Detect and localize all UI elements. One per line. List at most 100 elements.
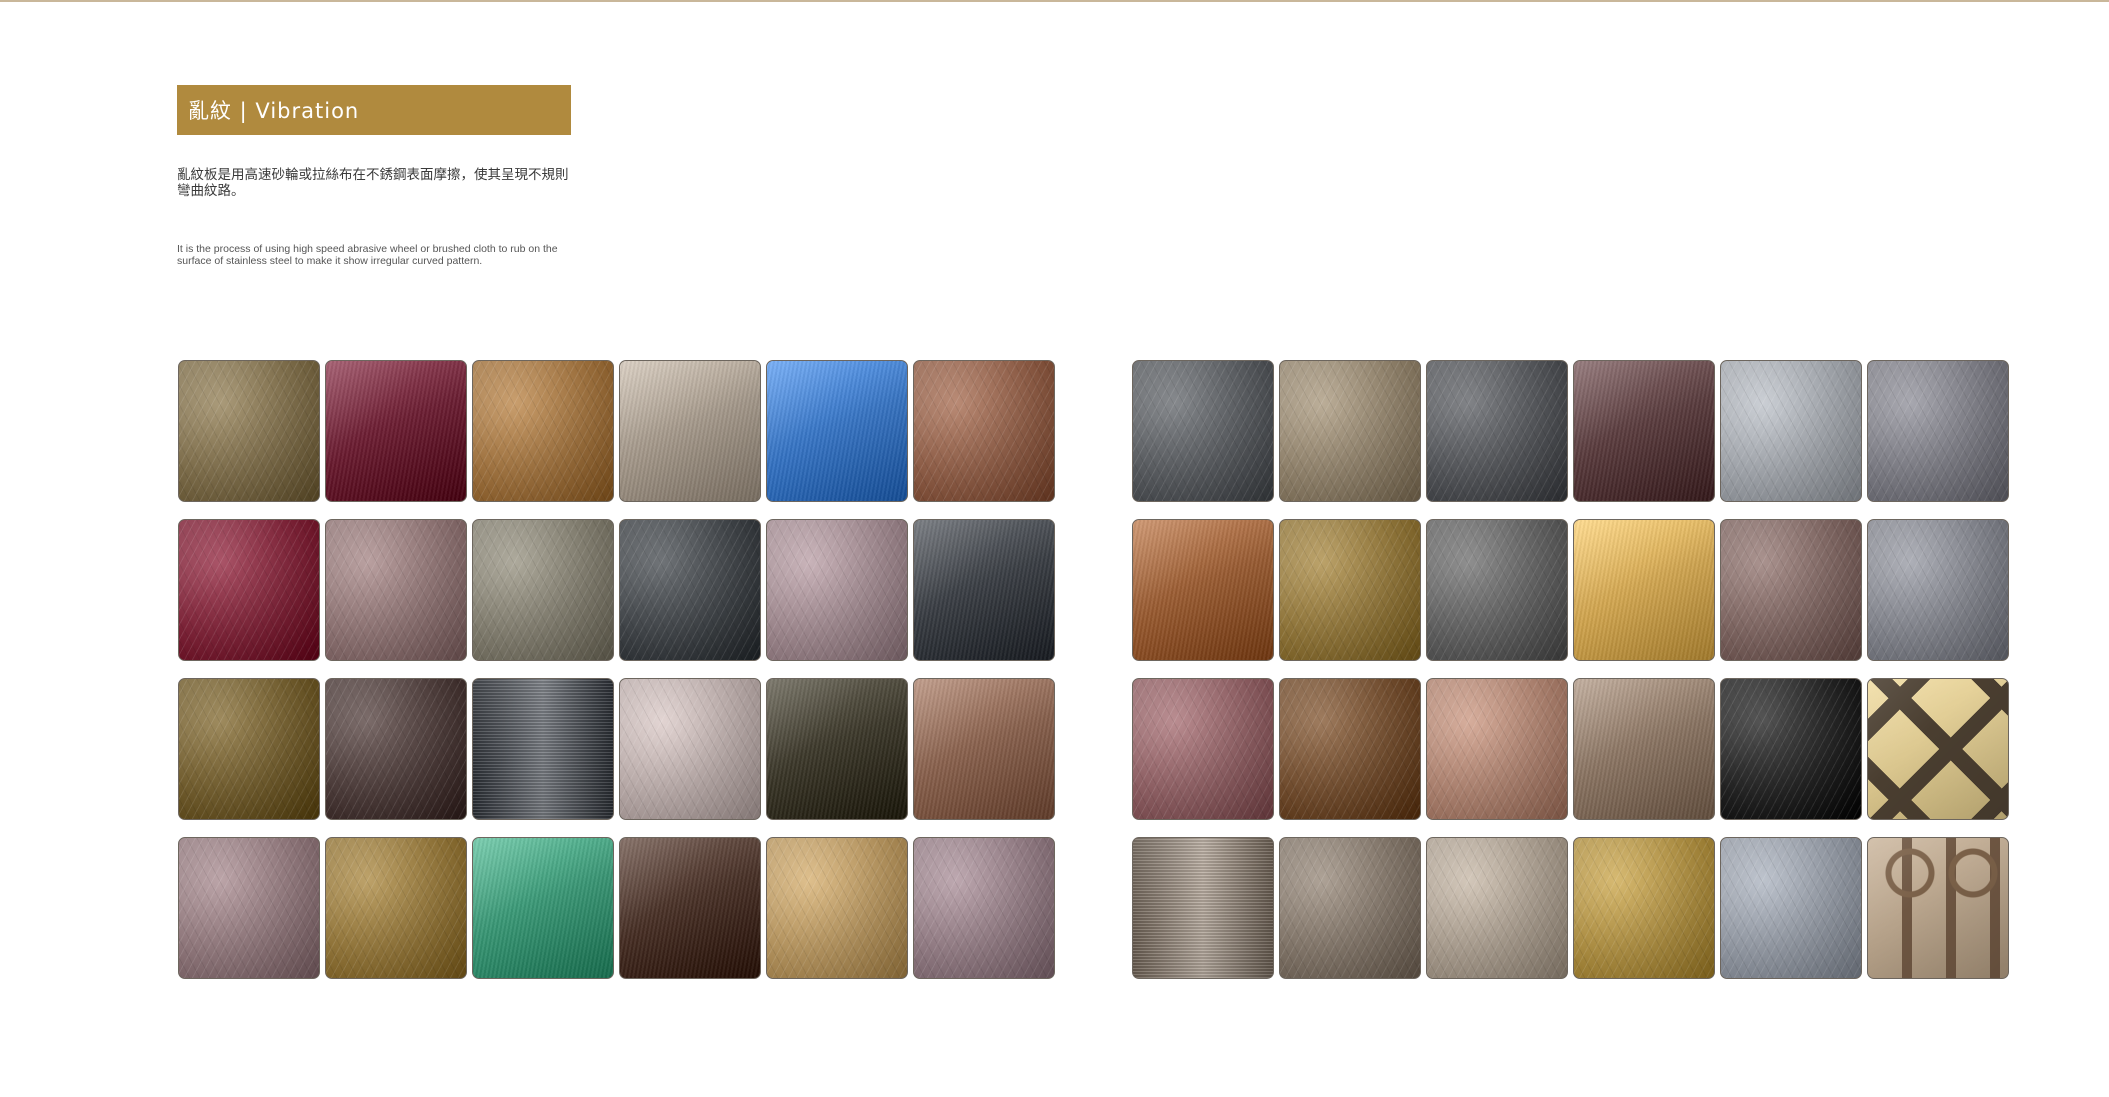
swatch-sheen [1280, 838, 1420, 978]
swatch-sheen [1721, 679, 1861, 819]
swatch-sheen [620, 361, 760, 501]
section-title-bar: 亂紋 | Vibration [177, 85, 571, 135]
swatch-left-21 [472, 837, 614, 979]
swatch-right-12 [1867, 519, 2009, 661]
swatch-right-2 [1279, 360, 1421, 502]
swatch-grid-left [178, 360, 1055, 979]
swatch-left-13 [178, 678, 320, 820]
swatch-right-24 [1867, 837, 2009, 979]
swatch-sheen [473, 838, 613, 978]
swatch-right-1 [1132, 360, 1274, 502]
swatch-sheen [326, 520, 466, 660]
swatch-right-18 [1867, 678, 2009, 820]
swatch-left-17 [766, 678, 908, 820]
swatch-right-21 [1426, 837, 1568, 979]
swatch-right-22 [1573, 837, 1715, 979]
swatch-sheen [1133, 838, 1273, 978]
swatch-sheen [1574, 679, 1714, 819]
swatch-sheen [1868, 679, 2008, 819]
swatch-sheen [1574, 520, 1714, 660]
swatch-sheen [767, 838, 907, 978]
swatch-sheen [914, 679, 1054, 819]
swatch-left-8 [325, 519, 467, 661]
swatch-sheen [620, 679, 760, 819]
swatch-right-3 [1426, 360, 1568, 502]
swatch-sheen [620, 520, 760, 660]
swatch-sheen [767, 361, 907, 501]
swatch-left-15 [472, 678, 614, 820]
swatch-sheen [1721, 838, 1861, 978]
swatch-sheen [1280, 361, 1420, 501]
swatch-left-9 [472, 519, 614, 661]
swatch-sheen [179, 520, 319, 660]
swatch-right-15 [1426, 678, 1568, 820]
swatch-left-20 [325, 837, 467, 979]
swatch-left-6 [913, 360, 1055, 502]
swatch-sheen [326, 679, 466, 819]
swatch-left-23 [766, 837, 908, 979]
swatch-sheen [914, 361, 1054, 501]
swatch-right-16 [1573, 678, 1715, 820]
swatch-sheen [473, 679, 613, 819]
swatch-sheen [179, 679, 319, 819]
description-chinese: 亂紋板是用高速砂輪或拉絲布在不銹鋼表面摩擦，使其呈現不規則彎曲紋路。 [177, 167, 569, 199]
swatch-left-18 [913, 678, 1055, 820]
swatch-sheen [767, 520, 907, 660]
swatch-left-1 [178, 360, 320, 502]
swatch-right-9 [1426, 519, 1568, 661]
swatch-sheen [326, 838, 466, 978]
swatch-right-5 [1720, 360, 1862, 502]
swatch-sheen [1868, 361, 2008, 501]
swatch-sheen [620, 838, 760, 978]
swatch-sheen [473, 361, 613, 501]
swatch-sheen [767, 679, 907, 819]
swatch-sheen [1427, 679, 1567, 819]
swatch-left-14 [325, 678, 467, 820]
description-english: It is the process of using high speed ab… [177, 243, 558, 267]
swatch-sheen [1427, 361, 1567, 501]
section-title: 亂紋 | Vibration [188, 99, 360, 123]
swatch-sheen [1133, 361, 1273, 501]
swatch-right-13 [1132, 678, 1274, 820]
swatch-right-10 [1573, 519, 1715, 661]
swatch-sheen [1133, 679, 1273, 819]
swatch-right-8 [1279, 519, 1421, 661]
swatch-right-11 [1720, 519, 1862, 661]
top-divider-line [0, 0, 2109, 2]
swatch-sheen [1427, 838, 1567, 978]
swatch-right-14 [1279, 678, 1421, 820]
swatch-sheen [179, 838, 319, 978]
swatch-sheen [1721, 361, 1861, 501]
swatch-left-10 [619, 519, 761, 661]
swatch-left-3 [472, 360, 614, 502]
swatch-sheen [1574, 361, 1714, 501]
swatch-sheen [1721, 520, 1861, 660]
swatch-sheen [473, 520, 613, 660]
swatch-left-22 [619, 837, 761, 979]
swatch-sheen [914, 838, 1054, 978]
swatch-sheen [326, 361, 466, 501]
swatch-left-19 [178, 837, 320, 979]
swatch-left-7 [178, 519, 320, 661]
swatch-sheen [1133, 520, 1273, 660]
swatch-right-19 [1132, 837, 1274, 979]
swatch-left-2 [325, 360, 467, 502]
swatch-left-12 [913, 519, 1055, 661]
swatch-grid-right [1132, 360, 2009, 979]
swatch-sheen [1868, 838, 2008, 978]
swatch-right-23 [1720, 837, 1862, 979]
swatch-sheen [1280, 520, 1420, 660]
swatch-sheen [179, 361, 319, 501]
swatch-right-17 [1720, 678, 1862, 820]
swatch-left-16 [619, 678, 761, 820]
swatch-left-24 [913, 837, 1055, 979]
swatch-sheen [1280, 679, 1420, 819]
swatch-left-11 [766, 519, 908, 661]
swatch-left-4 [619, 360, 761, 502]
swatch-sheen [1427, 520, 1567, 660]
swatch-right-7 [1132, 519, 1274, 661]
swatch-right-4 [1573, 360, 1715, 502]
swatch-sheen [1574, 838, 1714, 978]
swatch-left-5 [766, 360, 908, 502]
swatch-right-20 [1279, 837, 1421, 979]
